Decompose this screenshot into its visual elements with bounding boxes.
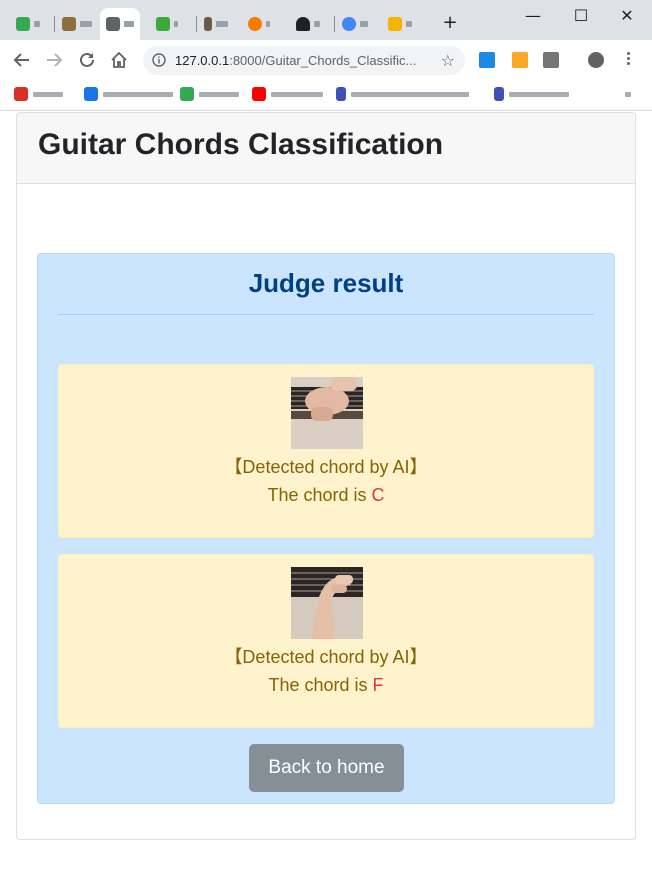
tab-5[interactable]	[204, 14, 228, 34]
tab-active[interactable]	[100, 8, 140, 40]
tab-9[interactable]	[388, 14, 412, 34]
guitar-hand-image	[291, 377, 363, 449]
bookmark-favicon-icon	[336, 87, 346, 101]
minimize-button[interactable]: —	[518, 6, 548, 25]
page-favicon-icon	[106, 17, 120, 31]
home-icon	[111, 51, 127, 68]
maximize-button[interactable]: ☐	[566, 6, 596, 25]
divider	[58, 314, 594, 315]
bookmarks-bar	[0, 80, 652, 111]
headphones-favicon-icon	[296, 17, 310, 31]
chord-prefix: The chord is	[267, 485, 372, 505]
guitar-hand-image	[291, 567, 363, 639]
bookmarks-overflow[interactable]	[620, 85, 631, 103]
close-window-button[interactable]: ✕	[612, 6, 642, 25]
tab-strip: + — ☐ ✕	[0, 0, 652, 40]
star-icon[interactable]: ☆	[441, 51, 455, 70]
chord-result-text: The chord is F	[59, 675, 593, 696]
bookmark-favicon-icon	[494, 87, 504, 101]
misc-favicon-icon	[204, 17, 212, 31]
detected-label: 【Detected chord by AI】	[224, 647, 428, 667]
tab-6[interactable]	[248, 14, 270, 34]
bookmark-4[interactable]	[252, 85, 323, 103]
home-button[interactable]	[107, 48, 131, 72]
drive-favicon-icon	[16, 17, 30, 31]
bookmark-3[interactable]	[180, 85, 239, 103]
image-favicon-icon	[62, 17, 76, 31]
green-favicon-icon	[156, 17, 170, 31]
detected-label: 【Detected chord by AI】	[224, 457, 428, 477]
back-to-home-button[interactable]: Back to home	[249, 744, 404, 792]
bookmark-favicon-icon	[84, 87, 98, 101]
url-host: 127.0.0.1	[175, 53, 230, 68]
result-panel: Judge result 【Detected chord by AI】 The …	[37, 253, 615, 804]
info-icon[interactable]	[152, 53, 166, 67]
result-heading: Judge result	[248, 268, 404, 298]
reload-button[interactable]	[75, 48, 99, 72]
address-bar[interactable]: 127.0.0.1:8000/Guitar_Chords_Classific..…	[143, 46, 465, 75]
profile-avatar[interactable]	[588, 52, 604, 68]
back-arrow-icon	[13, 53, 29, 67]
maps-icon	[180, 87, 194, 101]
tab-1[interactable]	[16, 14, 40, 34]
result-card-1: 【Detected chord by AI】 The chord is C	[58, 364, 594, 538]
tab-2[interactable]	[62, 14, 92, 34]
chord-value: F	[372, 675, 384, 695]
forward-button[interactable]	[42, 48, 66, 72]
youtube-icon	[252, 87, 266, 101]
chord-prefix: The chord is	[268, 675, 373, 695]
back-button[interactable]	[10, 48, 34, 72]
forward-arrow-icon	[47, 53, 63, 67]
orange-favicon-icon	[248, 17, 262, 31]
tab-7[interactable]	[296, 14, 320, 34]
yellow-favicon-icon	[388, 17, 402, 31]
url-path: :8000/Guitar_Chords_Classific...	[229, 53, 417, 68]
bookmark-5[interactable]	[336, 85, 469, 103]
extension-2-icon[interactable]	[512, 52, 528, 68]
extension-3-icon[interactable]	[543, 52, 559, 68]
reload-icon	[80, 52, 94, 67]
url-text[interactable]: 127.0.0.1:8000/Guitar_Chords_Classific..…	[175, 53, 416, 68]
tab-8[interactable]	[342, 14, 368, 34]
main-card: Guitar Chords Classification Judge resul…	[16, 112, 636, 840]
card-header: Guitar Chords Classification	[17, 113, 635, 184]
tab-4[interactable]	[156, 14, 178, 34]
extension-1-icon[interactable]	[479, 52, 495, 68]
chord-value: C	[371, 485, 385, 505]
page-title: Guitar Chords Classification	[38, 128, 444, 161]
chord-result-text: The chord is C	[59, 485, 593, 506]
kebab-menu-icon[interactable]	[620, 50, 636, 70]
google-favicon-icon	[342, 17, 356, 31]
new-tab-button[interactable]: +	[440, 12, 460, 33]
gmail-icon	[14, 87, 28, 101]
bookmark-1[interactable]	[14, 85, 63, 103]
bookmark-2[interactable]	[84, 85, 173, 103]
bookmark-6[interactable]	[494, 85, 569, 103]
result-card-2: 【Detected chord by AI】 The chord is F	[58, 554, 594, 728]
